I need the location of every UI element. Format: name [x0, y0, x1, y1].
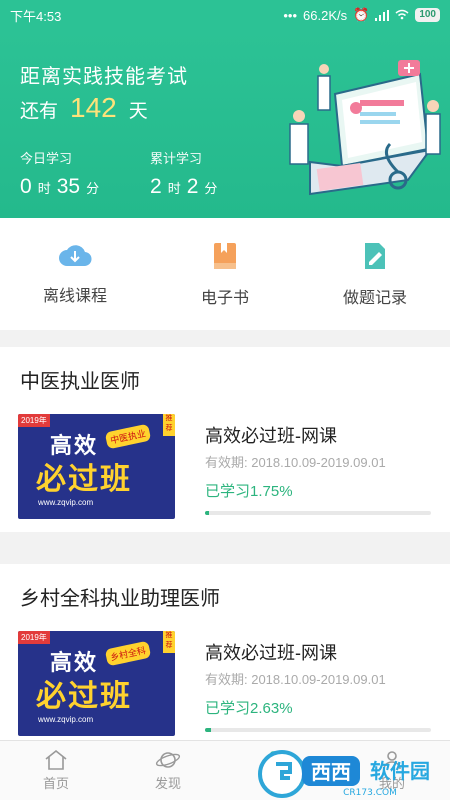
hour-unit: 时	[37, 181, 51, 196]
tab-home-label: 首页	[42, 776, 69, 791]
course-cover-image: 2019年 推荐 高效 中医执业 必过班 www.zqvip.com	[18, 414, 175, 519]
svg-text:CR173.COM: CR173.COM	[343, 788, 397, 798]
status-indicators: ••• 66.2K/s ⏰ 100	[283, 7, 440, 23]
status-bar: 下午4:53 ••• 66.2K/s ⏰ 100	[0, 0, 450, 30]
wifi-icon	[395, 8, 409, 23]
today-hours: 0	[20, 175, 32, 198]
cover-recommend: 推荐	[163, 414, 175, 436]
cover-tag: 中医执业	[104, 423, 152, 450]
exercise-records-label: 做题记录	[342, 290, 407, 307]
planet-icon	[155, 752, 181, 768]
cover-subheadline: 必过班	[36, 680, 132, 713]
course-progress-bar	[205, 511, 431, 515]
cover-subheadline: 必过班	[36, 463, 132, 496]
cover-year: 2019年	[18, 414, 50, 427]
exercise-records-button[interactable]: 做题记录	[300, 218, 450, 330]
total-study-label: 累计学习	[150, 151, 203, 166]
offline-courses-label: 离线课程	[42, 288, 107, 305]
svg-text:软件园: 软件园	[370, 759, 430, 783]
progress-fill	[205, 728, 211, 732]
offline-courses-button[interactable]: 离线课程	[0, 218, 150, 330]
quick-actions: 离线课程 电子书 做题记录	[0, 218, 450, 330]
cover-site: www.zqvip.com	[38, 715, 94, 724]
countdown-days: 142	[70, 92, 117, 123]
countdown-prefix: 还有	[20, 101, 59, 122]
cover-recommend: 推荐	[163, 631, 175, 653]
today-study-label: 今日学习	[20, 151, 73, 166]
minute-unit: 分	[86, 181, 100, 196]
course-progress-text: 已学习1.75%	[205, 483, 293, 500]
total-minutes: 2	[186, 175, 199, 198]
countdown-unit: 天	[128, 101, 148, 122]
course-title: 高效必过班-网课	[205, 426, 337, 446]
exam-countdown-banner: 距离实践技能考试 还有 142 天 今日学习 0时 35 分 累计学习 2时 2分	[0, 30, 450, 218]
cover-tag: 乡村全科	[104, 640, 152, 667]
status-time: 下午4:53	[10, 8, 62, 24]
course-section: 中医执业医师 2019年 推荐 高效 中医执业 必过班 www.zqvip.co…	[0, 347, 450, 532]
tab-discover-label: 发现	[154, 776, 181, 791]
battery-indicator: 100	[415, 8, 440, 22]
section-title: 中医执业医师	[20, 371, 140, 393]
course-title: 高效必过班-网课	[205, 643, 337, 663]
hour-unit: 时	[167, 181, 181, 196]
dots-icon: •••	[283, 7, 298, 23]
course-validity: 有效期: 2018.10.09-2019.09.01	[205, 672, 386, 687]
ebook-label: 电子书	[200, 290, 249, 307]
course-progress-text: 已学习2.63%	[205, 700, 293, 717]
total-study-stat: 累计学习 2时 2分	[150, 148, 217, 199]
section-title: 乡村全科执业助理医师	[20, 588, 220, 610]
course-validity: 有效期: 2018.10.09-2019.09.01	[205, 455, 386, 470]
course-progress-bar	[205, 728, 431, 732]
book-icon	[214, 243, 236, 269]
course-card[interactable]: 2019年 推荐 高效 中医执业 必过班 www.zqvip.com 高效必过班…	[0, 414, 450, 544]
tab-discover[interactable]: 发现	[112, 741, 224, 800]
network-speed: 66.2K/s	[303, 7, 348, 23]
tab-home[interactable]: 首页	[0, 741, 112, 800]
site-watermark-logo: 西西 软件园 CR173.COM	[258, 750, 430, 798]
progress-fill	[205, 511, 209, 515]
medical-laptop-illustration	[289, 60, 441, 196]
total-hours: 2	[150, 175, 162, 198]
course-cover-image: 2019年 推荐 高效 乡村全科 必过班 www.zqvip.com	[18, 631, 175, 736]
document-edit-icon	[365, 243, 385, 269]
course-section: 乡村全科执业助理医师 2019年 推荐 高效 乡村全科 必过班 www.zqvi…	[0, 564, 450, 740]
home-icon	[45, 749, 67, 770]
signal-icon	[375, 9, 390, 21]
today-minutes: 35	[56, 175, 81, 198]
countdown-title: 距离实践技能考试	[20, 66, 188, 88]
today-study-stat: 今日学习 0时 35 分	[20, 148, 99, 199]
alarm-icon: ⏰	[353, 7, 370, 22]
cover-year: 2019年	[18, 631, 50, 644]
countdown: 还有 142 天	[20, 92, 148, 124]
cloud-download-icon	[59, 245, 92, 267]
svg-text:西西: 西西	[311, 760, 351, 784]
minute-unit: 分	[204, 181, 218, 196]
ebook-button[interactable]: 电子书	[150, 218, 300, 330]
cover-site: www.zqvip.com	[38, 498, 94, 507]
